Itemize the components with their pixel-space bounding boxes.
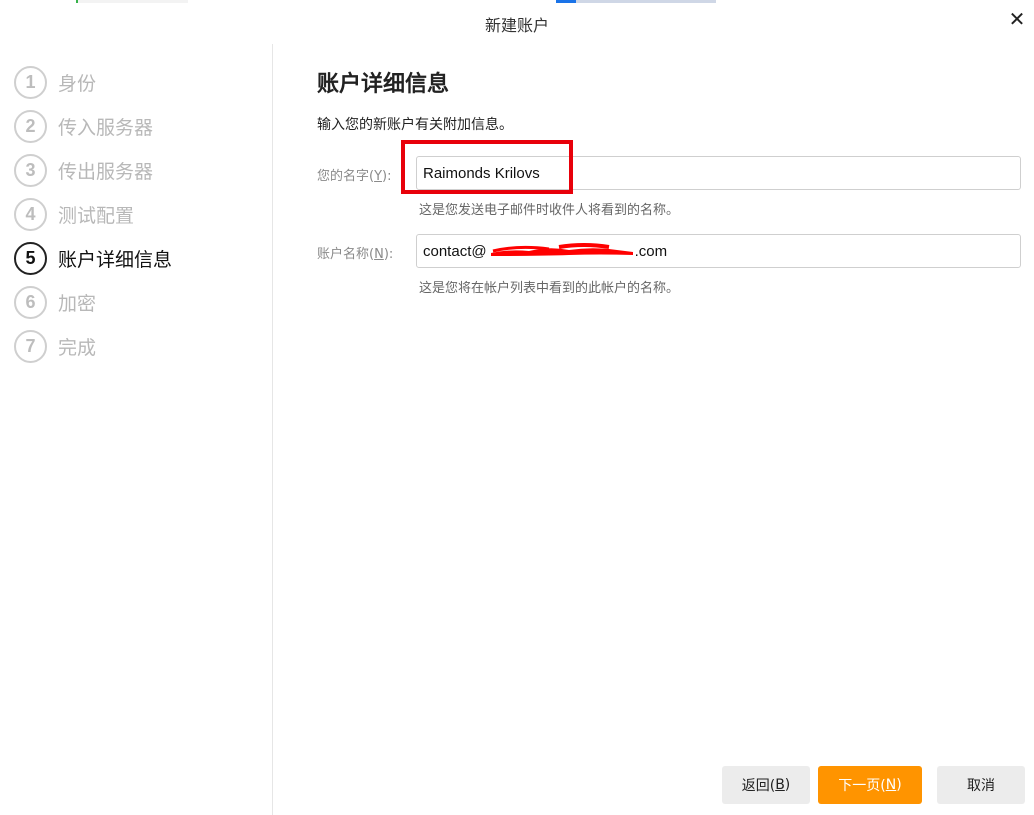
page-description: 输入您的新账户有关附加信息。: [317, 117, 513, 133]
step-incoming-server: 2 传入服务器: [14, 104, 264, 148]
step-label: 传入服务器: [58, 116, 154, 139]
step-number: 3: [14, 153, 47, 187]
step-account-details: 5 账户详细信息: [14, 236, 264, 280]
step-label: 传出服务器: [58, 160, 154, 183]
step-identity: 1 身份: [14, 60, 264, 104]
account-name-help-text: 这是您将在帐户列表中看到的此帐户的名称。: [419, 281, 680, 296]
step-number: 5: [14, 241, 47, 275]
name-field-label: 您的名字(Y):: [317, 169, 392, 184]
step-number: 4: [14, 197, 47, 231]
name-input-value: Raimonds Krilovs: [423, 164, 540, 182]
dialog-title: 新建账户: [484, 16, 549, 35]
step-test-config: 4 测试配置: [14, 192, 264, 236]
background-window-tab: [76, 0, 188, 3]
account-name-label: 账户名称(N):: [317, 247, 394, 262]
step-encryption: 6 加密: [14, 280, 264, 324]
wizard-steps: 1 身份 2 传入服务器 3 传出服务器 4 测试配置 5 账户详细信息 6 加…: [14, 60, 264, 368]
account-name-input[interactable]: contact@ .com: [416, 234, 1021, 268]
step-label: 完成: [58, 336, 97, 359]
step-finish: 7 完成: [14, 324, 264, 368]
sidebar-divider: [272, 44, 273, 815]
page-title: 账户详细信息: [317, 72, 450, 97]
account-name-value-start: contact@: [423, 242, 487, 260]
background-window-checkbox: [556, 0, 716, 3]
name-input[interactable]: Raimonds Krilovs: [416, 156, 1021, 190]
name-help-text: 这是您发送电子邮件时收件人将看到的名称。: [419, 203, 680, 218]
step-number: 2: [14, 109, 47, 143]
step-label: 账户详细信息: [58, 248, 173, 271]
background-window-strip: [0, 0, 1034, 4]
back-button[interactable]: 返回(B): [722, 766, 810, 804]
step-number: 6: [14, 285, 47, 319]
step-number: 7: [14, 329, 47, 363]
account-name-value-end: .com: [634, 242, 668, 260]
step-outgoing-server: 3 传出服务器: [14, 148, 264, 192]
cancel-button[interactable]: 取消: [937, 766, 1025, 804]
close-icon[interactable]: ✕: [1006, 8, 1028, 30]
step-label: 身份: [58, 72, 97, 95]
step-number: 1: [14, 65, 47, 99]
step-label: 加密: [58, 292, 97, 315]
step-label: 测试配置: [58, 204, 135, 227]
next-button[interactable]: 下一页(N): [818, 766, 922, 804]
